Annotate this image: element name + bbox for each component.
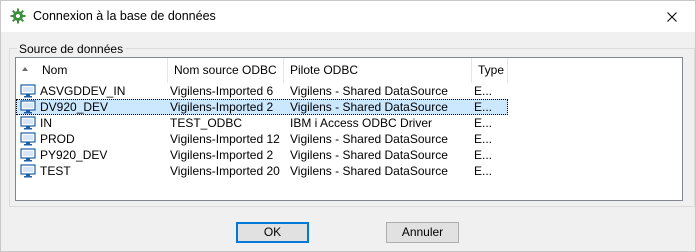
- table-row-selected[interactable]: DV920_DEV Vigilens-Imported 2 Vigilens -…: [16, 99, 508, 115]
- cell-type: E...: [474, 116, 493, 130]
- cell-odbc-source: Vigilens-Imported 12: [170, 132, 280, 146]
- computer-icon: [20, 99, 36, 115]
- cell-odbc-source: TEST_ODBC: [170, 116, 243, 130]
- cell-odbc-source: Vigilens-Imported 2: [170, 100, 274, 114]
- cell-type: E...: [474, 84, 493, 98]
- cell-odbc-source: Vigilens-Imported 2: [170, 148, 274, 162]
- cell-odbc-source: Vigilens-Imported 20: [170, 164, 280, 178]
- cell-name: PROD: [40, 132, 75, 146]
- cell-driver: Vigilens - Shared DataSource: [290, 84, 448, 98]
- column-header-label: Pilote ODBC: [290, 63, 359, 77]
- cell-name: ASVGDDEV_IN: [40, 84, 126, 98]
- cell-type: E...: [474, 100, 493, 114]
- computer-icon: [20, 147, 36, 163]
- window-title: Connexion à la base de données: [33, 9, 216, 23]
- cell-driver: IBM i Access ODBC Driver: [290, 116, 433, 130]
- cell-name: PY920_DEV: [40, 148, 108, 162]
- computer-icon: [20, 163, 36, 179]
- table-row[interactable]: ASVGDDEV_IN Vigilens-Imported 6 Vigilens…: [16, 83, 508, 99]
- column-header-label: Nom source ODBC: [174, 63, 277, 77]
- close-icon: [667, 11, 677, 22]
- cell-type: E...: [474, 148, 493, 162]
- table-row[interactable]: IN TEST_ODBC IBM i Access ODBC Driver E.…: [16, 115, 508, 131]
- cell-name: TEST: [40, 164, 71, 178]
- list-header: Nom Nom source ODBC Pilote ODBC Type: [16, 58, 682, 83]
- cell-name: DV920_DEV: [40, 100, 109, 114]
- cell-type: E...: [474, 164, 493, 178]
- cell-driver: Vigilens - Shared DataSource: [290, 100, 448, 114]
- computer-icon: [20, 131, 36, 147]
- computer-icon: [20, 115, 36, 131]
- column-header-driver[interactable]: Pilote ODBC: [284, 58, 472, 83]
- column-header-label: Type: [478, 63, 505, 77]
- group-label: Source de données: [17, 42, 126, 56]
- cell-driver: Vigilens - Shared DataSource: [290, 132, 448, 146]
- cell-driver: Vigilens - Shared DataSource: [290, 148, 448, 162]
- data-source-list[interactable]: Nom Nom source ODBC Pilote ODBC Type ASV…: [15, 57, 683, 201]
- cancel-button[interactable]: Annuler: [386, 222, 459, 243]
- cell-type: E...: [474, 132, 493, 146]
- table-row[interactable]: PROD Vigilens-Imported 12 Vigilens - Sha…: [16, 131, 508, 147]
- column-header-name[interactable]: Nom: [16, 58, 168, 83]
- table-row[interactable]: PY920_DEV Vigilens-Imported 2 Vigilens -…: [16, 147, 508, 163]
- column-header-type[interactable]: Type: [472, 58, 508, 83]
- cell-driver: Vigilens - Shared DataSource: [290, 164, 448, 178]
- dialog-window: Connexion à la base de données Source de…: [0, 0, 696, 252]
- ok-button[interactable]: OK: [236, 222, 309, 243]
- cell-odbc-source: Vigilens-Imported 6: [170, 84, 274, 98]
- gear-icon: [10, 8, 26, 24]
- column-header-label: Nom: [42, 63, 68, 77]
- sort-ascending-icon: [22, 67, 28, 71]
- column-header-odbc-source[interactable]: Nom source ODBC: [168, 58, 284, 83]
- title-bar[interactable]: Connexion à la base de données: [1, 1, 695, 32]
- cell-name: IN: [40, 116, 52, 130]
- close-button[interactable]: [649, 1, 695, 32]
- table-row[interactable]: TEST Vigilens-Imported 20 Vigilens - Sha…: [16, 163, 508, 179]
- computer-icon: [20, 83, 36, 99]
